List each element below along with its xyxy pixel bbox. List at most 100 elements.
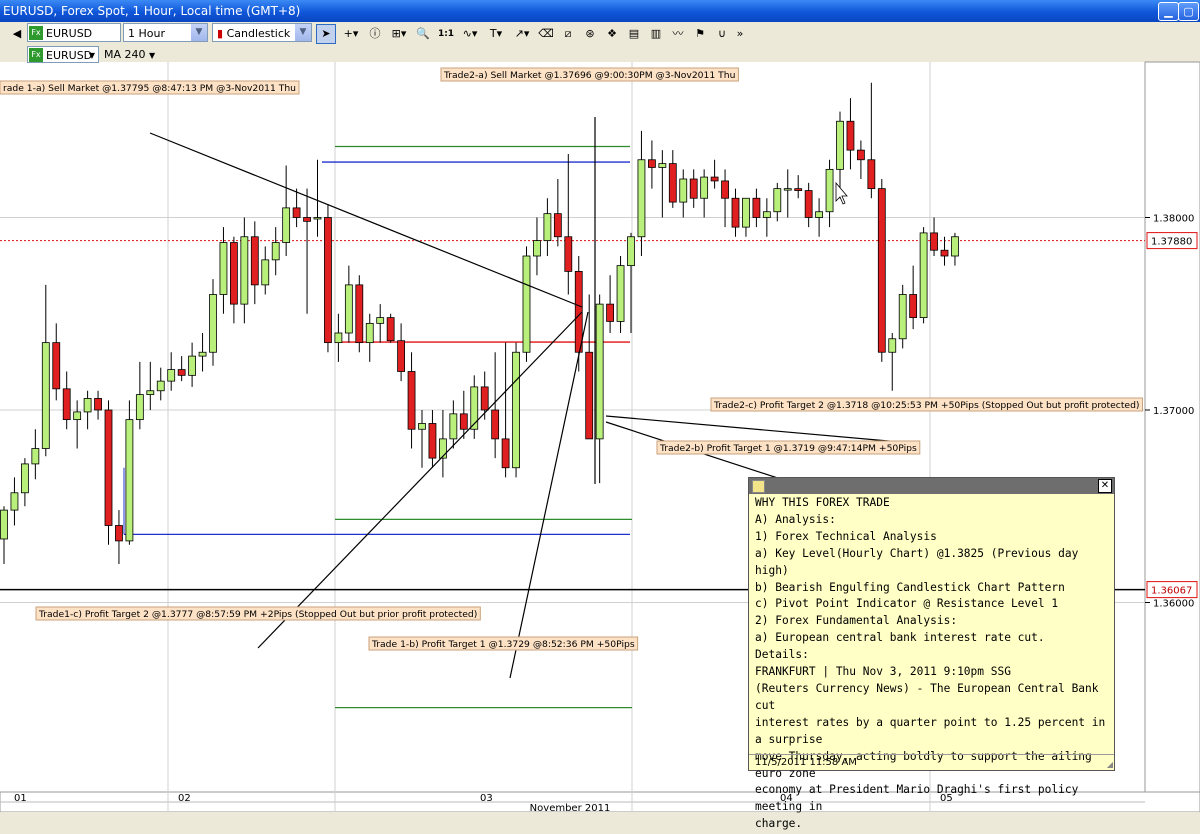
trade-annotation[interactable]: Trade2-c) Profit Target 2 @1.3718 @10:25…	[710, 397, 1143, 412]
candle-bearish	[303, 217, 311, 222]
time-tick-label: 01	[14, 793, 27, 804]
candle-bullish	[836, 120, 844, 170]
note-header: ✕	[749, 478, 1114, 494]
indicator-symbol-value: EURUSD	[46, 49, 93, 62]
text-tool-icon[interactable]: T▾	[484, 24, 508, 44]
trade-note[interactable]: ✕ WHY THIS FOREX TRADE A) Analysis: 1) For…	[748, 477, 1115, 830]
close-icon[interactable]: ✕	[1098, 479, 1112, 493]
candle-bearish	[177, 369, 186, 376]
candle-bearish	[564, 236, 573, 272]
candle-bullish	[10, 492, 19, 511]
candle-bearish	[397, 340, 406, 372]
note-line: c) Pivot Point Indicator @ Resistance Le…	[755, 597, 1059, 611]
note-line: interest rates by a quarter point to 1.2…	[755, 715, 1112, 746]
trade-annotation[interactable]: Trade2-b) Profit Target 1 @1.3719 @9:47:…	[656, 440, 921, 455]
trade-annotation[interactable]: Trade1-c) Profit Target 2 @1.3777 @8:57:…	[35, 606, 481, 621]
ratio-button[interactable]: 1:1	[436, 24, 456, 44]
wave-icon[interactable]: 〰	[668, 24, 688, 44]
candle-bullish	[679, 178, 688, 203]
candle-bullish	[188, 355, 197, 376]
chart-type-select[interactable]: ▮ Candlestick ▼	[212, 23, 312, 42]
channel-icon[interactable]: ⧄	[558, 24, 578, 44]
symbol-select[interactable]: Fx EURUSD	[27, 23, 121, 42]
price-tick-label: 1.37000	[1153, 406, 1194, 417]
candle-bearish	[668, 163, 677, 203]
candle-bearish	[846, 120, 855, 151]
resize-grip-icon[interactable]: ◢	[1107, 760, 1113, 769]
alert-icon[interactable]: ⚑	[690, 24, 710, 44]
annotation-text: Trade 1-b) Profit Target 1 @1.3729 @8:52…	[371, 639, 635, 650]
candlestick-icon: ▮	[217, 27, 224, 40]
candle-bearish	[721, 180, 729, 199]
candle-bullish	[125, 419, 134, 542]
line-tool-icon[interactable]: ↗▾	[510, 24, 534, 44]
crosshair-icon[interactable]: +▾	[340, 24, 362, 44]
candle-bullish	[365, 322, 374, 344]
note-line: Details:	[755, 648, 809, 662]
indicator-icon[interactable]: ∿▾	[458, 24, 482, 44]
symbol-value: EURUSD	[46, 27, 93, 40]
candle-bullish	[658, 163, 667, 168]
annotation-text: rade 1-a) Sell Market @1.37795 @8:47:13 …	[3, 83, 296, 94]
ma-indicator-value: MA 240	[104, 48, 146, 61]
note-line: 1) Forex Technical Analysis	[755, 529, 937, 543]
note-line: economy at President Mario Draghi's firs…	[755, 783, 1086, 814]
zoom-icon[interactable]: 🔍	[414, 24, 432, 44]
maximize-button[interactable]: ▢	[1178, 2, 1199, 21]
chevron-down-icon: ▼	[191, 24, 207, 41]
candle-bullish	[627, 236, 635, 267]
candle-bullish	[783, 188, 792, 191]
magnet-icon[interactable]: ∪	[712, 24, 732, 44]
candle-bullish	[951, 236, 959, 257]
eraser-icon[interactable]: ⌫	[536, 24, 556, 44]
annotation-text: Trade2-c) Profit Target 2 @1.3718 @10:25…	[713, 400, 1140, 411]
timeframe-select[interactable]: 1 Hour ▼	[123, 23, 208, 42]
candle-bearish	[930, 232, 938, 251]
trade-annotation[interactable]: Trade 1-b) Profit Target 1 @1.3729 @8:52…	[368, 636, 639, 651]
window-titlebar: EURUSD, Forex Spot, 1 Hour, Local time (…	[0, 0, 1200, 22]
template-icon[interactable]: ▤	[624, 24, 644, 44]
candle-bullish	[0, 509, 8, 540]
info-icon[interactable]: ⓘ	[366, 24, 384, 44]
candle-bullish	[376, 317, 385, 324]
pattern-icon[interactable]: ❖	[602, 24, 622, 44]
candle-bullish	[418, 423, 426, 430]
candle-bearish	[428, 423, 437, 459]
window-title: EURUSD, Forex Spot, 1 Hour, Local time (…	[3, 4, 301, 18]
overflow-icon[interactable]: »	[734, 24, 746, 44]
timeframe-value: 1 Hour	[128, 27, 165, 40]
grid-icon[interactable]: ⊞▾	[388, 24, 410, 44]
candle-bearish	[62, 388, 71, 421]
candle-bullish	[156, 380, 165, 392]
candle-bearish	[877, 188, 886, 353]
candle-bearish	[606, 303, 614, 322]
candle-bearish	[104, 409, 113, 526]
trade-annotation[interactable]: rade 1-a) Sell Market @1.37795 @8:47:13 …	[0, 80, 300, 95]
layout-icon[interactable]: ▥	[646, 24, 666, 44]
candle-bearish	[689, 178, 698, 199]
back-arrow-icon[interactable]: ◀	[8, 24, 26, 44]
candle-bullish	[637, 159, 646, 238]
minimize-button[interactable]: ▁	[1158, 2, 1179, 21]
candle-bearish	[731, 197, 740, 228]
note-line: (Reuters Currency News) - The European C…	[755, 681, 1106, 712]
candle-bullish	[512, 351, 520, 469]
trade-annotation[interactable]: Trade2-a) Sell Market @1.37696 @9:00:30P…	[440, 67, 739, 82]
candle-bullish	[334, 332, 343, 344]
candle-bullish	[344, 284, 353, 334]
annotation-text: Trade2-a) Sell Market @1.37696 @9:00:30P…	[443, 70, 735, 81]
candle-bullish	[533, 240, 541, 257]
candle-bullish	[240, 236, 249, 305]
candle-bullish	[543, 213, 552, 241]
candle-bearish	[574, 270, 583, 353]
indicator-symbol-select[interactable]: Fx EURUSD ▼	[27, 46, 99, 63]
candle-bearish	[250, 236, 259, 286]
fibonacci-icon[interactable]: ⊛	[580, 24, 600, 44]
candle-bearish	[752, 197, 761, 218]
candle-bullish	[815, 211, 823, 218]
note-line: 2) Forex Fundamental Analysis:	[755, 614, 958, 628]
ma-indicator-label[interactable]: MA 240 ▼	[104, 48, 155, 61]
note-icon	[752, 480, 765, 493]
pointer-tool-icon[interactable]: ➤	[316, 24, 336, 44]
candle-bullish	[209, 294, 217, 353]
